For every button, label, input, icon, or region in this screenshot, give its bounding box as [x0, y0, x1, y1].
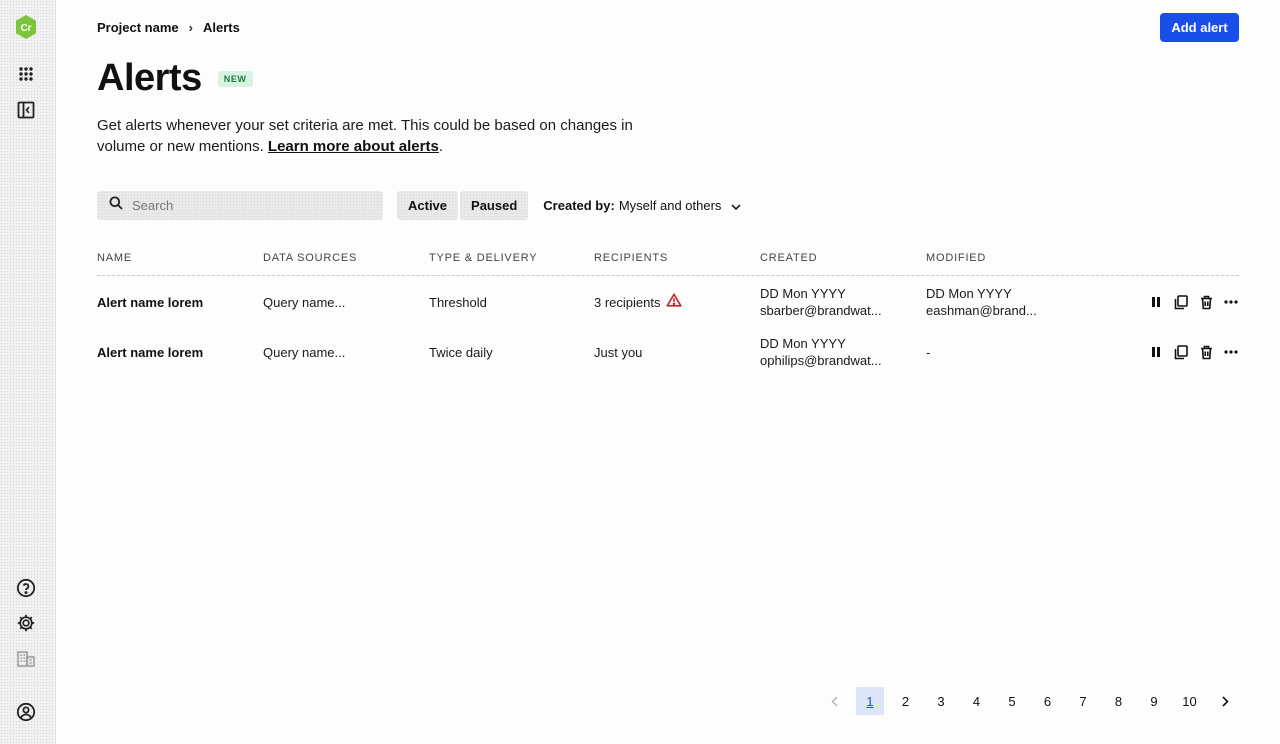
page-description: Get alerts whenever your set criteria ar… — [97, 115, 637, 157]
page-6[interactable]: 6 — [1034, 687, 1062, 715]
duplicate-icon[interactable] — [1173, 344, 1189, 360]
settings-gear-icon[interactable] — [14, 611, 38, 635]
column-header-type-delivery[interactable]: TYPE & DELIVERY — [429, 252, 594, 264]
status-tabs: Active Paused — [397, 191, 529, 220]
delete-trash-icon[interactable] — [1198, 344, 1214, 360]
table-row[interactable]: Alert name lorem Query name... Threshold… — [97, 277, 1239, 327]
page-9[interactable]: 9 — [1140, 687, 1168, 715]
row-actions — [1092, 294, 1239, 310]
created-by-dropdown[interactable]: Created by: Myself and others — [543, 198, 741, 213]
recipients-text: Just you — [594, 344, 643, 360]
modified-cell: - — [926, 344, 1092, 361]
created-date: DD Mon YYYY — [760, 286, 846, 301]
recipients-cell: 3 recipients — [594, 293, 760, 311]
search-box[interactable] — [97, 191, 383, 220]
tab-active[interactable]: Active — [397, 191, 459, 220]
page-1[interactable]: 1 — [856, 687, 884, 715]
alert-name[interactable]: Alert name lorem — [97, 344, 263, 361]
user-account-icon[interactable] — [14, 700, 38, 724]
duplicate-icon[interactable] — [1173, 294, 1189, 310]
column-header-created[interactable]: CREATED — [760, 252, 926, 264]
collapse-sidebar-icon[interactable] — [14, 98, 38, 122]
modified-date: - — [926, 344, 931, 360]
title-row: Alerts NEW — [97, 58, 253, 98]
column-header-data-sources[interactable]: DATA SOURCES — [263, 252, 429, 264]
description-trailing: . — [438, 138, 443, 155]
breadcrumb-project-link[interactable]: Project name — [97, 20, 179, 35]
breadcrumb-separator: › — [188, 20, 193, 35]
app-logo-icon[interactable]: Cr — [14, 15, 38, 39]
alert-type: Threshold — [429, 294, 487, 310]
modified-cell: DD Mon YYYY eashman@brand... — [926, 285, 1092, 319]
filter-bar: Active Paused Created by: Myself and oth… — [97, 191, 741, 220]
alerts-table: NAME DATA SOURCES TYPE & DELIVERY RECIPI… — [97, 240, 1239, 377]
created-cell: DD Mon YYYY sbarber@brandwat... — [760, 285, 926, 319]
search-input[interactable] — [132, 198, 362, 213]
next-page-chevron-right-icon[interactable] — [1211, 687, 1239, 715]
warning-icon — [666, 293, 683, 311]
alert-name[interactable]: Alert name lorem — [97, 294, 263, 311]
breadcrumb: Project name › Alerts — [97, 20, 240, 35]
column-header-recipients[interactable]: RECIPIENTS — [594, 252, 760, 264]
page-3[interactable]: 3 — [927, 687, 955, 715]
pause-icon[interactable] — [1148, 344, 1164, 360]
add-alert-button[interactable]: Add alert — [1160, 13, 1239, 42]
page-7[interactable]: 7 — [1069, 687, 1097, 715]
delete-trash-icon[interactable] — [1198, 294, 1214, 310]
sidebar: Cr — [0, 0, 56, 744]
table-header: NAME DATA SOURCES TYPE & DELIVERY RECIPI… — [97, 240, 1239, 276]
search-icon — [109, 196, 123, 215]
column-header-modified[interactable]: MODIFIED — [926, 252, 1092, 264]
pagination: 1 2 3 4 5 6 7 8 9 10 — [813, 687, 1239, 715]
modified-date: DD Mon YYYY — [926, 286, 1012, 301]
created-by: ophilips@brandwat... — [760, 353, 882, 368]
recipients-cell: Just you — [594, 344, 760, 361]
learn-more-link[interactable]: Learn more about alerts — [268, 138, 439, 155]
prev-page-chevron-left-icon[interactable] — [821, 687, 849, 715]
logo-text: Cr — [20, 23, 31, 34]
created-by: sbarber@brandwat... — [760, 303, 882, 318]
page-title: Alerts — [97, 57, 202, 99]
data-source: Query name... — [263, 344, 346, 360]
created-cell: DD Mon YYYY ophilips@brandwat... — [760, 335, 926, 369]
created-date: DD Mon YYYY — [760, 336, 846, 351]
modified-by: eashman@brand... — [926, 303, 1037, 318]
page-10[interactable]: 10 — [1176, 687, 1204, 715]
page-4[interactable]: 4 — [963, 687, 991, 715]
new-badge: NEW — [217, 71, 253, 87]
tab-paused[interactable]: Paused — [460, 191, 529, 220]
recipients-text: 3 recipients — [594, 294, 661, 310]
breadcrumb-current: Alerts — [203, 20, 240, 35]
page-8[interactable]: 8 — [1105, 687, 1133, 715]
data-source: Query name... — [263, 294, 346, 310]
page-2[interactable]: 2 — [892, 687, 920, 715]
page-5[interactable]: 5 — [998, 687, 1026, 715]
more-options-icon[interactable] — [1223, 344, 1239, 360]
row-actions — [1092, 344, 1239, 360]
column-header-name[interactable]: NAME — [97, 252, 263, 264]
pause-icon[interactable] — [1148, 294, 1164, 310]
building-icon[interactable] — [14, 647, 38, 671]
main-content: Project name › Alerts Add alert Alerts N… — [97, 0, 1239, 744]
more-options-icon[interactable] — [1223, 294, 1239, 310]
created-by-value: Myself and others — [618, 198, 722, 213]
table-row[interactable]: Alert name lorem Query name... Twice dai… — [97, 327, 1239, 377]
help-icon[interactable] — [14, 576, 38, 600]
apps-grid-icon[interactable] — [14, 62, 38, 86]
created-by-label: Created by: — [543, 198, 615, 213]
chevron-down-icon — [731, 198, 741, 213]
alert-type: Twice daily — [429, 344, 493, 360]
